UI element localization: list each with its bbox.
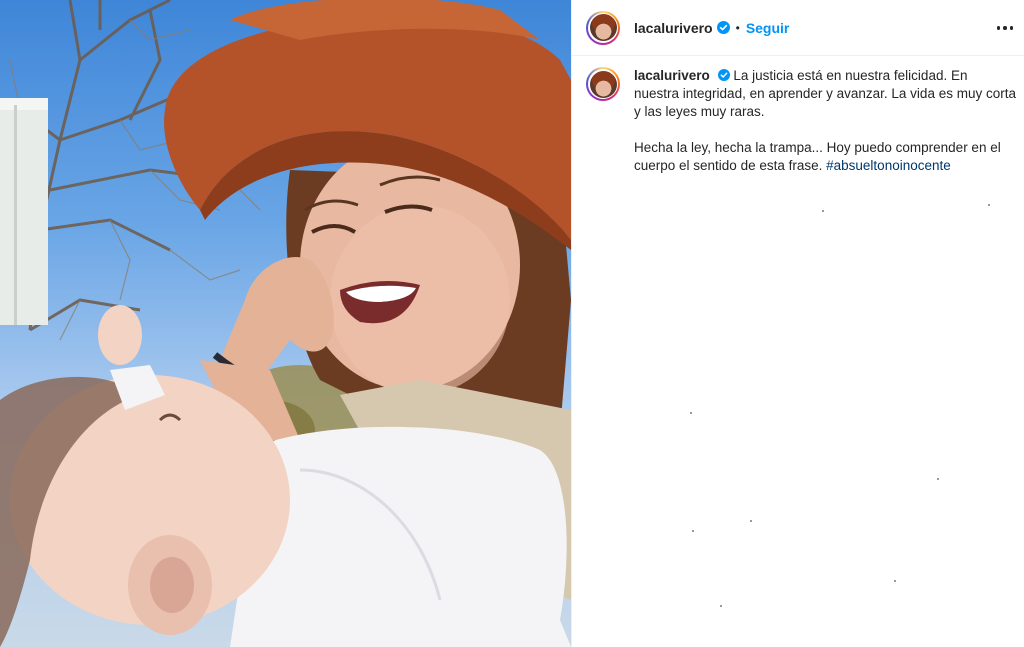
more-options-icon[interactable] (995, 18, 1015, 38)
caption-avatar[interactable] (586, 67, 620, 101)
verified-icon (717, 69, 730, 81)
avatar[interactable] (586, 10, 620, 45)
speck (692, 530, 694, 532)
header-username[interactable]: lacalurivero (634, 20, 713, 36)
post-details-panel: lacalurivero • Seguir lacalurivero La ju… (571, 0, 1024, 647)
fence (0, 105, 48, 325)
speck (937, 478, 939, 480)
post-caption: lacalurivero La justicia está en nuestra… (586, 67, 1016, 175)
follow-button[interactable]: Seguir (746, 20, 790, 36)
speck (894, 580, 896, 582)
hashtag-link[interactable]: #absueltonoinocente (826, 158, 951, 173)
speck (822, 210, 824, 212)
verified-icon (716, 21, 730, 34)
speck (690, 412, 692, 414)
post-photo-illustration (0, 0, 571, 647)
speck (720, 605, 722, 607)
post-header: lacalurivero • Seguir (572, 0, 1024, 56)
caption-username[interactable]: lacalurivero (634, 68, 710, 83)
speck (750, 520, 752, 522)
separator-dot: • (735, 20, 740, 35)
caption-body: lacalurivero La justicia está en nuestra… (634, 67, 1016, 175)
post-photo[interactable] (0, 0, 571, 647)
speck (988, 204, 990, 206)
